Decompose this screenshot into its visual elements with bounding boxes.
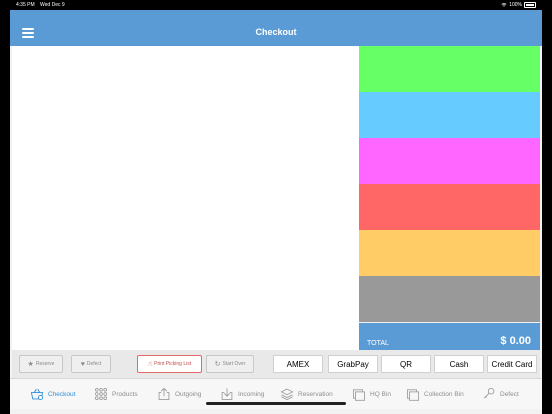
reserve-button[interactable]: ★ Reserve <box>19 355 63 373</box>
payment-tile-gray[interactable] <box>359 276 540 322</box>
print-picking-list-label: Print Picking List <box>154 361 192 367</box>
nav-bar: Checkout <box>10 20 542 46</box>
tab-collection-bin-label: Collection Bin <box>424 390 464 398</box>
hand-pointer-icon: ☝ <box>147 360 153 368</box>
payment-cash-button[interactable]: Cash <box>434 355 484 373</box>
start-over-label: Start Over <box>222 361 246 367</box>
defect-button[interactable]: ♥ Defect <box>71 355 111 373</box>
payment-qr-button[interactable]: QR <box>381 355 431 373</box>
status-bar: 4:35 PM Wed Dec 9 100% <box>10 0 542 10</box>
basket-icon <box>30 388 44 401</box>
tab-hq-bin-label: HQ Bin <box>370 390 391 398</box>
payment-tile-magenta[interactable] <box>359 138 540 184</box>
tab-outgoing-label: Outgoing <box>175 390 202 398</box>
defect-label: Defect <box>86 361 102 367</box>
payment-credit-card-button[interactable]: Credit Card <box>487 355 537 373</box>
status-date: Wed Dec 9 <box>40 2 65 8</box>
collection-bin-icon <box>406 389 420 401</box>
payment-tile-orange[interactable] <box>359 230 540 276</box>
layers-icon <box>280 388 294 401</box>
status-time: 4:35 PM <box>16 2 35 8</box>
battery-percent: 100% <box>509 2 522 8</box>
tab-incoming-label: Incoming <box>238 390 265 398</box>
refresh-icon: ↻ <box>214 360 221 368</box>
payment-grabpay-button[interactable]: GrabPay <box>328 355 378 373</box>
battery-icon <box>524 2 536 8</box>
payment-tile-green[interactable] <box>359 46 540 92</box>
tab-reservation[interactable]: Reservation <box>280 384 333 404</box>
tab-hq-bin[interactable]: HQ Bin <box>352 384 391 404</box>
defect-icon <box>483 387 495 399</box>
total-label: TOTAL <box>367 340 389 347</box>
grid-icon <box>94 387 108 401</box>
app-screen: 4:35 PM Wed Dec 9 100% Checkout TOTAL $ … <box>10 0 542 414</box>
broken-heart-icon: ♥ <box>80 360 85 368</box>
print-picking-list-button[interactable]: ☝ Print Picking List <box>137 355 202 373</box>
bin-icon <box>352 389 366 401</box>
tab-products-label: Products <box>112 390 138 398</box>
payment-tile-blue[interactable] <box>359 92 540 138</box>
nav-bar-extension <box>10 10 542 20</box>
cart-list-area[interactable] <box>12 46 359 350</box>
total-amount: $ 0.00 <box>500 335 531 347</box>
wifi-icon <box>501 3 507 7</box>
payment-amex-button[interactable]: AMEX <box>273 355 323 373</box>
tab-incoming[interactable]: Incoming <box>220 384 264 404</box>
payment-tile-red[interactable] <box>359 184 540 230</box>
action-row: ★ Reserve ♥ Defect ☝ Print Picking List … <box>12 350 540 378</box>
upload-icon <box>158 387 170 401</box>
page-title: Checkout <box>255 27 297 37</box>
total-bar: TOTAL $ 0.00 <box>359 323 540 350</box>
tab-checkout-label: Checkout <box>48 390 76 398</box>
tab-products[interactable]: Products <box>94 384 138 404</box>
star-icon: ★ <box>27 360 34 368</box>
start-over-button[interactable]: ↻ Start Over <box>206 355 254 373</box>
tab-defect[interactable]: Defect <box>482 384 519 404</box>
home-indicator[interactable] <box>206 402 346 405</box>
tab-reservation-label: Reservation <box>298 390 333 398</box>
tab-bar: Checkout Products Outgoing Incoming Rese… <box>10 378 542 409</box>
reserve-label: Reserve <box>35 361 55 367</box>
download-icon <box>221 388 233 401</box>
tab-checkout[interactable]: Checkout <box>30 384 75 404</box>
tab-defect-label: Defect <box>500 390 519 398</box>
payment-tile-column: TOTAL $ 0.00 <box>359 46 540 350</box>
tab-collection-bin[interactable]: Collection Bin <box>406 384 464 404</box>
status-right: 100% <box>501 2 536 8</box>
tab-outgoing[interactable]: Outgoing <box>157 384 201 404</box>
